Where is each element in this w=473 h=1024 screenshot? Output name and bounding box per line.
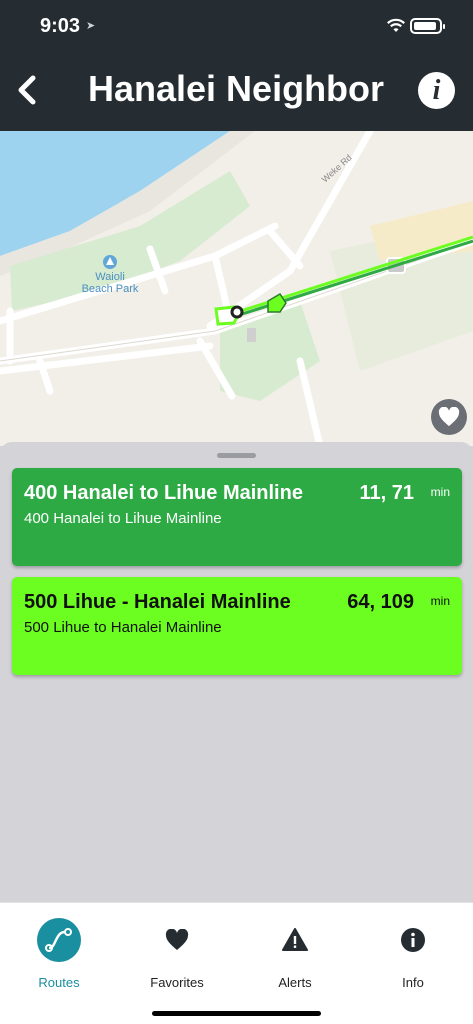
route-card[interactable]: 400 Hanalei to Lihue Mainline 400 Hanale… <box>12 468 462 566</box>
route-arrival-times: 64, 109 <box>347 591 414 613</box>
status-time: 9:03 <box>40 15 81 37</box>
route-arrival-times: 11, 71 <box>359 482 414 504</box>
route-name: 500 Lihue - Hanalei Mainline <box>24 591 291 613</box>
routes-sheet: 400 Hanalei to Lihue Mainline 400 Hanale… <box>0 442 473 902</box>
alert-icon <box>282 928 308 951</box>
route-time-unit: min <box>430 594 450 608</box>
home-indicator <box>152 1011 321 1016</box>
map-canvas: Waioli Beach Park Weke Rd <box>0 131 473 446</box>
route-map[interactable]: Waioli Beach Park Weke Rd <box>0 131 473 446</box>
park-label-2: Beach Park <box>82 283 139 295</box>
tab-label: Routes <box>38 975 80 990</box>
tab-bar: Routes Favorites Alerts Info <box>0 902 473 1024</box>
tab-routes[interactable]: Routes <box>0 917 118 990</box>
info-icon <box>401 928 425 952</box>
location-arrow-icon: ➤ <box>86 20 96 32</box>
tab-label: Alerts <box>278 975 312 990</box>
user-location-icon <box>230 305 244 319</box>
route-description: 400 Hanalei to Lihue Mainline <box>24 510 222 527</box>
chevron-left-icon <box>18 75 36 105</box>
tab-label: Info <box>402 975 424 990</box>
info-icon: i <box>432 74 441 106</box>
tab-alerts[interactable]: Alerts <box>236 917 354 990</box>
route-description: 500 Lihue to Hanalei Mainline <box>24 619 222 636</box>
page-title: Hanalei Neighborhood <box>88 68 386 109</box>
battery-icon <box>410 18 445 34</box>
heart-icon <box>165 929 189 950</box>
wifi-icon <box>387 18 405 32</box>
tab-label: Favorites <box>150 975 204 990</box>
route-name: 400 Hanalei to Lihue Mainline <box>24 482 303 504</box>
routes-icon <box>37 918 81 962</box>
nav-header: 9:03 ➤ Hanalei Neighborhood i <box>0 0 473 131</box>
sheet-grabber[interactable] <box>217 453 256 458</box>
route-card[interactable]: 500 Lihue - Hanalei Mainline 500 Lihue t… <box>12 577 462 675</box>
back-button[interactable] <box>12 72 42 108</box>
info-button[interactable]: i <box>418 72 455 109</box>
heart-icon <box>438 407 460 427</box>
favorite-button[interactable] <box>431 399 467 435</box>
tab-info[interactable]: Info <box>354 917 472 990</box>
tab-favorites[interactable]: Favorites <box>118 917 236 990</box>
route-time-unit: min <box>430 485 450 499</box>
park-label-1: Waioli <box>95 271 125 283</box>
